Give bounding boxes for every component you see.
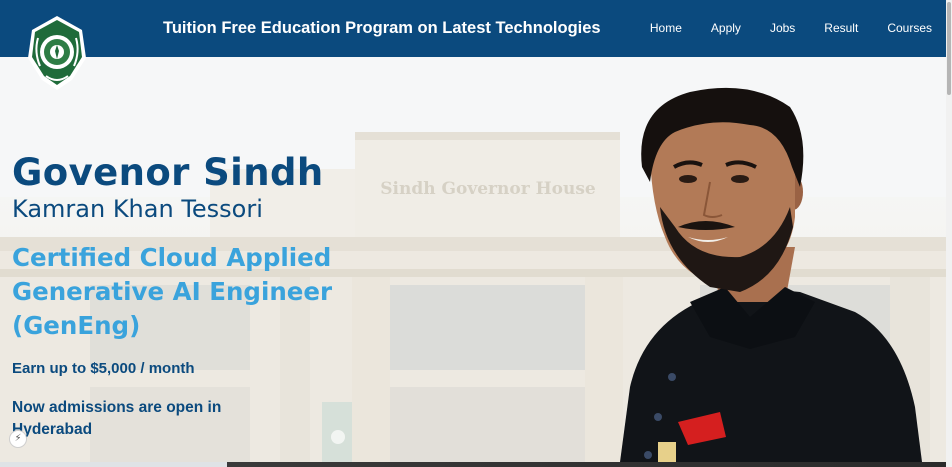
lightning-icon[interactable]: ⚡ [9,430,27,448]
program-title: Certified Cloud Applied Generative AI En… [12,243,333,340]
nav-home-link[interactable]: Home [650,21,682,35]
earnings-text: Earn up to $5,000 / month [12,360,195,377]
hero-subtitle: Kamran Khan Tessori [12,195,263,223]
scrollbar-thumb[interactable] [947,2,951,95]
sindh-governor-emblem-icon[interactable] [24,14,90,92]
hero-banner: Sindh Governor House Govenor Sindh Kamra… [0,57,946,462]
bottom-strip [0,462,946,467]
site-title: Tuition Free Education Program on Latest… [163,19,601,37]
nav-jobs-link[interactable]: Jobs [770,21,795,35]
main-nav: Home Apply Jobs Result Courses [621,21,932,35]
nav-result-link[interactable]: Result [824,21,858,35]
governor-portrait-image [620,87,922,462]
nav-courses-link[interactable]: Courses [887,21,932,35]
nav-apply-link[interactable]: Apply [711,21,741,35]
hero-name-heading: Govenor Sindh [12,151,324,194]
scrollbar[interactable] [946,0,952,467]
admissions-text: Now admissions are open in Hyderabad [12,399,222,438]
top-navbar: Tuition Free Education Program on Latest… [0,0,946,57]
